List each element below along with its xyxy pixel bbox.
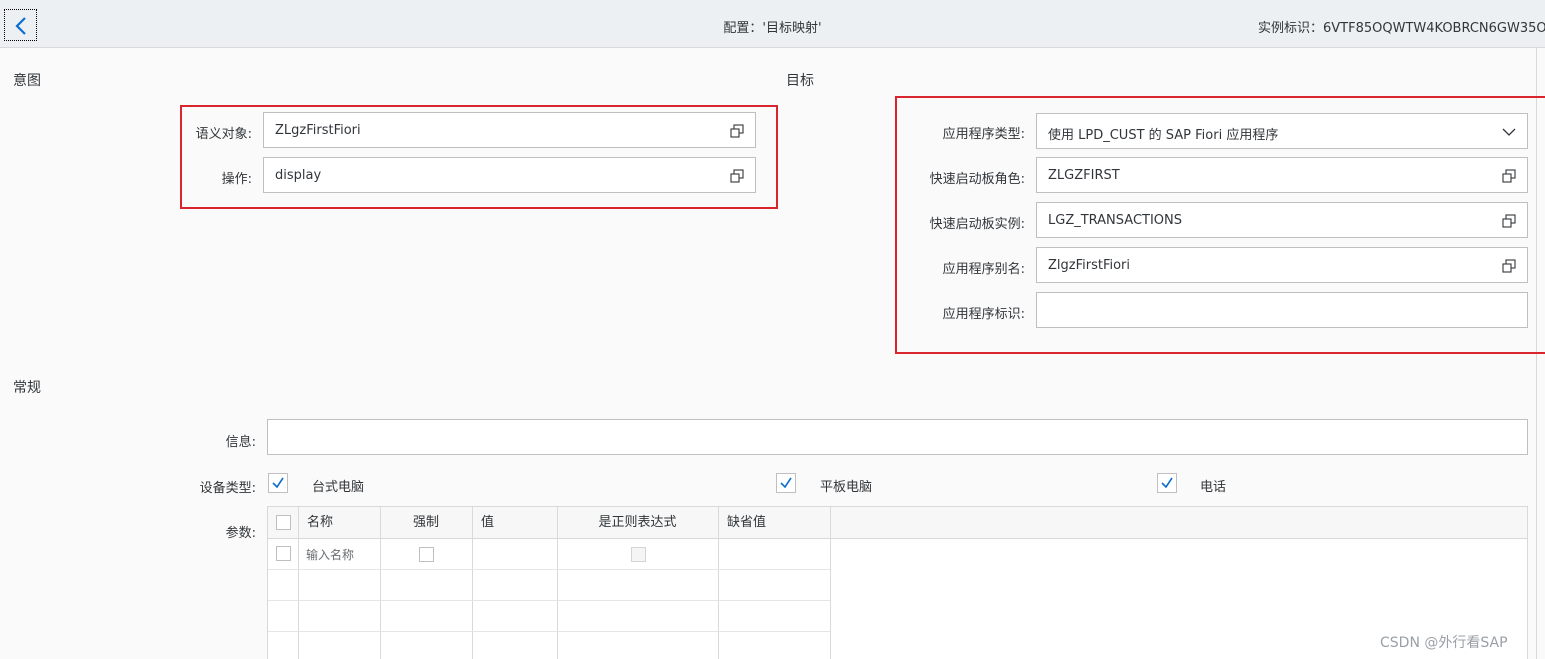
column-divider <box>380 507 381 659</box>
checkmark-icon <box>272 477 284 489</box>
column-header-default-value[interactable]: 缺省值 <box>727 507 766 539</box>
application-id-label: 应用程序标识: <box>942 307 1025 322</box>
column-divider <box>557 507 558 659</box>
info-input[interactable] <box>268 420 1527 454</box>
application-alias-field[interactable] <box>1036 247 1528 283</box>
semantic-object-input[interactable] <box>264 113 755 147</box>
phone-label: 电话 <box>1200 480 1227 495</box>
application-id-field[interactable] <box>1036 292 1528 328</box>
info-label: 信息: <box>225 435 256 450</box>
parameters-label: 参数: <box>225 526 256 541</box>
value-help-icon[interactable] <box>730 169 744 183</box>
column-header-name[interactable]: 名称 <box>307 507 333 539</box>
column-divider <box>298 507 299 659</box>
row-divider <box>268 569 830 570</box>
target-section-title: 目标 <box>786 73 814 89</box>
select-all-checkbox[interactable] <box>276 515 291 530</box>
value-help-icon[interactable] <box>1502 214 1516 228</box>
intent-section-title: 意图 <box>13 73 41 89</box>
table-header: 名称 强制 值 是正则表达式 缺省值 <box>268 507 1527 539</box>
launchpad-role-input[interactable] <box>1037 158 1527 192</box>
parameters-table: 名称 强制 值 是正则表达式 缺省值 输入名称 <box>267 506 1528 659</box>
is-regex-checkbox <box>631 547 646 562</box>
action-field[interactable] <box>263 157 756 193</box>
application-alias-input[interactable] <box>1037 248 1527 282</box>
application-type-label: 应用程序类型: <box>942 127 1025 142</box>
name-input-placeholder[interactable]: 输入名称 <box>306 546 354 563</box>
semantic-object-field[interactable] <box>263 112 756 148</box>
column-header-is-regex[interactable]: 是正则表达式 <box>557 507 718 539</box>
application-type-value: 使用 LPD_CUST 的 SAP Fiori 应用程序 <box>1048 128 1279 143</box>
action-input[interactable] <box>264 158 755 192</box>
row-divider <box>268 600 830 601</box>
launchpad-instance-input[interactable] <box>1037 203 1527 237</box>
checkmark-icon <box>780 477 792 489</box>
column-divider <box>472 507 473 659</box>
instance-id: 实例标识：6VTF85OQWTW4KOBRCN6GW35OE <box>1258 21 1545 36</box>
launchpad-role-label: 快速启动板角色: <box>929 172 1025 187</box>
general-section-title: 常规 <box>13 380 41 396</box>
tablet-checkbox[interactable] <box>776 473 796 493</box>
watermark: CSDN @外行看SAP <box>1380 635 1508 651</box>
column-header-mandatory[interactable]: 强制 <box>380 507 472 539</box>
desktop-checkbox[interactable] <box>268 473 288 493</box>
launchpad-instance-field[interactable] <box>1036 202 1528 238</box>
application-type-select[interactable]: 使用 LPD_CUST 的 SAP Fiori 应用程序 <box>1036 113 1528 149</box>
launchpad-instance-label: 快速启动板实例: <box>929 217 1025 232</box>
application-alias-label: 应用程序别名: <box>942 262 1025 277</box>
semantic-object-label: 语义对象: <box>195 127 252 142</box>
info-field[interactable] <box>267 419 1528 455</box>
application-id-input[interactable] <box>1037 293 1527 327</box>
column-header-value[interactable]: 值 <box>481 507 494 539</box>
checkmark-icon <box>1161 477 1173 489</box>
value-help-icon[interactable] <box>1502 169 1516 183</box>
shell-header: 配置：'目标映射' 实例标识：6VTF85OQWTW4KOBRCN6GW35OE <box>0 0 1545 48</box>
device-types-label: 设备类型: <box>199 481 256 496</box>
launchpad-role-field[interactable] <box>1036 157 1528 193</box>
row-divider <box>268 631 830 632</box>
mandatory-checkbox[interactable] <box>419 547 434 562</box>
phone-checkbox[interactable] <box>1157 473 1177 493</box>
desktop-label: 台式电脑 <box>312 480 365 495</box>
value-help-icon[interactable] <box>1502 259 1516 273</box>
action-label: 操作: <box>221 172 252 187</box>
value-help-icon[interactable] <box>730 124 744 138</box>
column-divider <box>830 507 831 659</box>
chevron-down-icon[interactable] <box>1502 127 1516 137</box>
row-select-checkbox[interactable] <box>276 546 291 561</box>
column-divider <box>718 507 719 659</box>
tablet-label: 平板电脑 <box>820 480 873 495</box>
